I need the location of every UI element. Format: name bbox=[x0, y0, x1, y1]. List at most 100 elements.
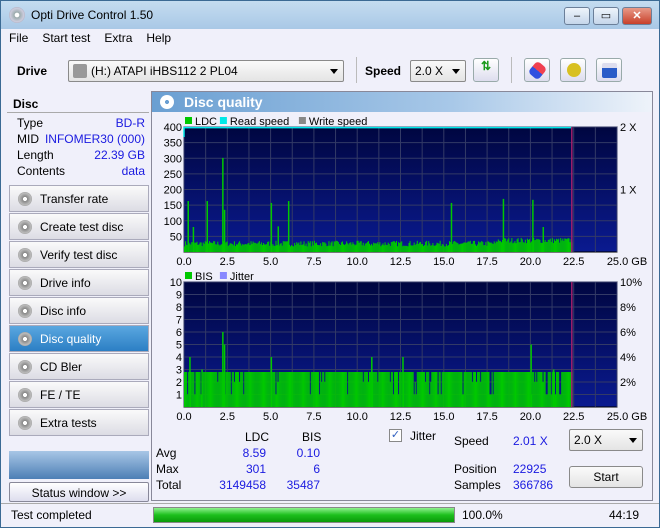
nav-item-disc-info[interactable]: Disc info bbox=[9, 297, 149, 324]
data-bar bbox=[306, 372, 308, 407]
data-bar bbox=[321, 246, 323, 252]
data-bar bbox=[272, 244, 274, 252]
data-bar bbox=[195, 372, 197, 407]
legend-label: Read speed bbox=[230, 116, 289, 128]
data-bar bbox=[433, 245, 435, 252]
data-bar bbox=[500, 372, 502, 407]
samples-value: 366786 bbox=[513, 478, 554, 492]
nav-item-transfer-rate[interactable]: Transfer rate bbox=[9, 185, 149, 212]
data-bar bbox=[444, 372, 446, 407]
disc-key: Contents bbox=[17, 164, 66, 178]
data-bar bbox=[389, 382, 391, 407]
data-bar bbox=[218, 372, 220, 407]
nav-label: Drive info bbox=[40, 276, 91, 290]
data-bar bbox=[258, 241, 260, 252]
data-bar bbox=[437, 394, 439, 407]
data-bar bbox=[567, 238, 569, 252]
data-bar bbox=[442, 372, 444, 407]
data-bar bbox=[410, 245, 412, 252]
data-bar bbox=[255, 372, 257, 407]
data-bar bbox=[279, 372, 281, 407]
data-bar bbox=[414, 245, 416, 252]
save-button[interactable] bbox=[596, 58, 622, 82]
data-bar bbox=[310, 246, 312, 252]
jitter-checkbox[interactable]: ✓ bbox=[389, 429, 402, 442]
data-bar bbox=[412, 372, 414, 407]
data-bar bbox=[373, 242, 375, 252]
data-bar bbox=[325, 372, 327, 407]
data-bar bbox=[250, 241, 252, 252]
data-bar bbox=[255, 243, 257, 252]
status-window-button[interactable]: Status window >> bbox=[9, 482, 149, 502]
nav-item-disc-quality[interactable]: Disc quality bbox=[9, 325, 149, 352]
data-bar bbox=[448, 372, 451, 407]
close-button[interactable]: ✕ bbox=[622, 7, 652, 25]
data-bar bbox=[309, 394, 311, 407]
data-bar bbox=[468, 241, 470, 252]
data-bar bbox=[243, 244, 245, 252]
data-bar bbox=[281, 372, 283, 407]
data-bar bbox=[244, 244, 246, 252]
nav-item-verify-test-disc[interactable]: Verify test disc bbox=[9, 241, 149, 268]
disc-row: Type BD-R bbox=[7, 116, 149, 132]
nav-item-drive-info[interactable]: Drive info bbox=[9, 269, 149, 296]
data-bar bbox=[191, 372, 193, 407]
data-bar bbox=[296, 372, 298, 407]
minimize-button[interactable]: – bbox=[564, 7, 590, 25]
chevron-down-icon bbox=[452, 69, 460, 74]
spike-bar bbox=[201, 369, 203, 407]
data-bar bbox=[274, 245, 276, 252]
menu-file[interactable]: File bbox=[1, 29, 34, 45]
data-bar bbox=[401, 241, 403, 252]
data-bar bbox=[340, 242, 342, 252]
speed-select[interactable]: 2.0 X bbox=[410, 60, 466, 82]
data-bar bbox=[293, 372, 295, 407]
data-bar bbox=[447, 245, 449, 252]
data-bar bbox=[378, 244, 380, 252]
drive-select[interactable]: (H:) ATAPI iHBS112 2 PL04 bbox=[68, 60, 344, 82]
legend-label: Jitter bbox=[230, 271, 254, 283]
charts-area: LDC Read speed Write speed4003503002502001… bbox=[164, 116, 648, 423]
data-bar bbox=[492, 394, 494, 407]
settings-button[interactable] bbox=[560, 58, 586, 82]
y-tick-label: 50 bbox=[170, 231, 182, 243]
divider bbox=[511, 57, 512, 83]
data-bar bbox=[509, 372, 511, 407]
data-bar bbox=[273, 245, 275, 252]
menu-start-test[interactable]: Start test bbox=[34, 29, 96, 45]
data-bar bbox=[426, 240, 428, 252]
data-bar bbox=[541, 242, 543, 252]
nav-item-fe-te[interactable]: FE / TE bbox=[9, 381, 149, 408]
y-tick-label: 150 bbox=[164, 200, 182, 212]
refresh-button[interactable]: ⇅ bbox=[473, 58, 499, 82]
data-bar bbox=[385, 372, 387, 407]
erase-button[interactable] bbox=[524, 58, 550, 82]
x-tick-label: 20.0 bbox=[520, 256, 541, 268]
data-bar bbox=[230, 243, 232, 252]
data-bar bbox=[342, 372, 345, 407]
disc-icon bbox=[18, 388, 32, 402]
start-button[interactable]: Start bbox=[569, 466, 643, 488]
nav-item-extra-tests[interactable]: Extra tests bbox=[9, 409, 149, 436]
data-bar bbox=[341, 241, 343, 252]
menu-extra[interactable]: Extra bbox=[96, 29, 138, 45]
menu-help[interactable]: Help bbox=[138, 29, 177, 45]
data-bar bbox=[560, 238, 562, 252]
test-speed-select[interactable]: 2.0 X bbox=[569, 429, 643, 451]
data-bar bbox=[299, 245, 301, 252]
maximize-button[interactable]: ▭ bbox=[593, 7, 619, 25]
data-bar bbox=[439, 372, 441, 407]
nav-item-create-test-disc[interactable]: Create test disc bbox=[9, 213, 149, 240]
data-bar bbox=[209, 372, 212, 407]
x-tick-label: 0.0 bbox=[176, 411, 191, 423]
x-tick-label: 12.5 bbox=[390, 256, 411, 268]
data-bar bbox=[236, 244, 239, 252]
data-bar bbox=[315, 372, 318, 407]
data-bar bbox=[388, 243, 390, 252]
data-bar bbox=[374, 372, 376, 407]
data-bar bbox=[212, 372, 214, 407]
data-bar bbox=[395, 240, 398, 252]
nav-item-cd-bler[interactable]: CD Bler bbox=[9, 353, 149, 380]
data-bar bbox=[352, 242, 354, 252]
data-bar bbox=[546, 241, 548, 252]
